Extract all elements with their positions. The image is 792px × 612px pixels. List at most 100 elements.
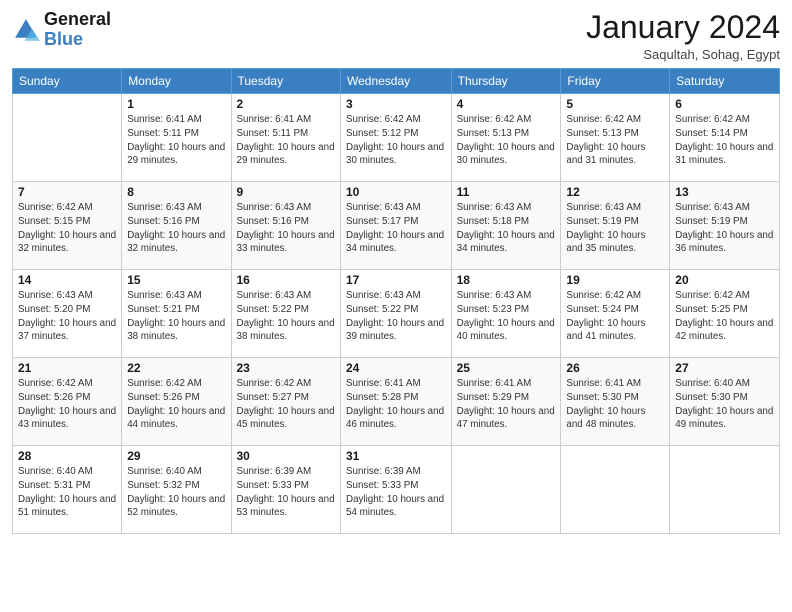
day-number: 31 (346, 449, 446, 463)
table-row: 1 Sunrise: 6:41 AM Sunset: 5:11 PM Daylig… (122, 94, 231, 182)
day-number: 19 (566, 273, 664, 287)
day-number: 2 (237, 97, 336, 111)
col-saturday: Saturday (670, 69, 780, 94)
day-number: 27 (675, 361, 774, 375)
day-info: Sunrise: 6:42 AM Sunset: 5:14 PM Dayligh… (675, 113, 774, 168)
table-row: 28Sunrise: 6:40 AM Sunset: 5:31 PM Dayli… (13, 446, 122, 534)
logo-blue: Blue (44, 29, 83, 49)
location: Saqultah, Sohag, Egypt (586, 47, 780, 62)
table-row: 24Sunrise: 6:41 AM Sunset: 5:28 PM Dayli… (341, 358, 452, 446)
header: General Blue January 2024 Saqultah, Soha… (12, 10, 780, 62)
table-row: 10 Sunrise: 6:43 AM Sunset: 5:17 PM Dayli… (341, 182, 452, 270)
table-row (451, 446, 561, 534)
table-row: 27Sunrise: 6:40 AM Sunset: 5:30 PM Dayli… (670, 358, 780, 446)
day-number: 15 (127, 273, 225, 287)
day-number: 13 (675, 185, 774, 199)
day-number: 29 (127, 449, 225, 463)
day-number: 23 (237, 361, 336, 375)
day-info: Sunrise: 6:42 AM Sunset: 5:12 PM Dayligh… (346, 113, 446, 168)
col-sunday: Sunday (13, 69, 122, 94)
table-row: 16 Sunrise: 6:43 AM Sunset: 5:22 PM Dayli… (231, 270, 341, 358)
day-number: 7 (18, 185, 116, 199)
day-number: 24 (346, 361, 446, 375)
day-number: 3 (346, 97, 446, 111)
day-info: Sunrise: 6:42 AM Sunset: 5:15 PM Dayligh… (18, 201, 116, 256)
day-number: 21 (18, 361, 116, 375)
day-number: 12 (566, 185, 664, 199)
day-number: 18 (457, 273, 556, 287)
table-row (13, 94, 122, 182)
day-number: 11 (457, 185, 556, 199)
table-row: 31 Sunrise: 6:39 AM Sunset: 5:33 PM Dayli… (341, 446, 452, 534)
day-number: 1 (127, 97, 225, 111)
day-info: Sunrise: 6:43 AM Sunset: 5:21 PM Dayligh… (127, 289, 225, 344)
day-info: Sunrise: 6:43 AM Sunset: 5:17 PM Dayligh… (346, 201, 446, 256)
day-number: 10 (346, 185, 446, 199)
col-wednesday: Wednesday (341, 69, 452, 94)
day-info: Sunrise: 6:42 AM Sunset: 5:27 PM Dayligh… (237, 377, 336, 432)
calendar-header-row: Sunday Monday Tuesday Wednesday Thursday… (13, 69, 780, 94)
table-row: 9Sunrise: 6:43 AM Sunset: 5:16 PM Daylig… (231, 182, 341, 270)
table-row: 3 Sunrise: 6:42 AM Sunset: 5:12 PM Daylig… (341, 94, 452, 182)
logo-icon (12, 16, 40, 44)
logo: General Blue (12, 10, 111, 50)
day-info: Sunrise: 6:39 AM Sunset: 5:33 PM Dayligh… (346, 465, 446, 520)
calendar-table: Sunday Monday Tuesday Wednesday Thursday… (12, 68, 780, 534)
table-row: 30 Sunrise: 6:39 AM Sunset: 5:33 PM Dayli… (231, 446, 341, 534)
day-number: 26 (566, 361, 664, 375)
day-info: Sunrise: 6:43 AM Sunset: 5:23 PM Dayligh… (457, 289, 556, 344)
day-info: Sunrise: 6:39 AM Sunset: 5:33 PM Dayligh… (237, 465, 336, 520)
table-row: 15 Sunrise: 6:43 AM Sunset: 5:21 PM Dayli… (122, 270, 231, 358)
table-row: 17 Sunrise: 6:43 AM Sunset: 5:22 PM Dayli… (341, 270, 452, 358)
day-number: 25 (457, 361, 556, 375)
day-number: 8 (127, 185, 225, 199)
table-row: 8 Sunrise: 6:43 AM Sunset: 5:16 PM Daylig… (122, 182, 231, 270)
calendar-week-row: 1 Sunrise: 6:41 AM Sunset: 5:11 PM Daylig… (13, 94, 780, 182)
day-number: 16 (237, 273, 336, 287)
day-number: 4 (457, 97, 556, 111)
table-row: 13Sunrise: 6:43 AM Sunset: 5:19 PM Dayli… (670, 182, 780, 270)
day-number: 14 (18, 273, 116, 287)
col-thursday: Thursday (451, 69, 561, 94)
calendar-week-row: 7 Sunrise: 6:42 AM Sunset: 5:15 PM Daylig… (13, 182, 780, 270)
day-info: Sunrise: 6:41 AM Sunset: 5:29 PM Dayligh… (457, 377, 556, 432)
title-area: January 2024 Saqultah, Sohag, Egypt (586, 10, 780, 62)
day-info: Sunrise: 6:42 AM Sunset: 5:24 PM Dayligh… (566, 289, 664, 344)
day-info: Sunrise: 6:43 AM Sunset: 5:22 PM Dayligh… (237, 289, 336, 344)
calendar-body: 1 Sunrise: 6:41 AM Sunset: 5:11 PM Daylig… (13, 94, 780, 534)
table-row: 25 Sunrise: 6:41 AM Sunset: 5:29 PM Dayli… (451, 358, 561, 446)
col-tuesday: Tuesday (231, 69, 341, 94)
calendar-week-row: 21 Sunrise: 6:42 AM Sunset: 5:26 PM Dayli… (13, 358, 780, 446)
day-info: Sunrise: 6:41 AM Sunset: 5:11 PM Dayligh… (127, 113, 225, 168)
calendar-week-row: 14 Sunrise: 6:43 AM Sunset: 5:20 PM Dayli… (13, 270, 780, 358)
col-monday: Monday (122, 69, 231, 94)
table-row: 19 Sunrise: 6:42 AM Sunset: 5:24 PM Dayli… (561, 270, 670, 358)
day-number: 28 (18, 449, 116, 463)
page: General Blue January 2024 Saqultah, Soha… (0, 0, 792, 612)
col-friday: Friday (561, 69, 670, 94)
table-row: 26Sunrise: 6:41 AM Sunset: 5:30 PM Dayli… (561, 358, 670, 446)
logo-text: General Blue (44, 10, 111, 50)
day-info: Sunrise: 6:41 AM Sunset: 5:11 PM Dayligh… (237, 113, 336, 168)
month-title: January 2024 (586, 10, 780, 45)
day-info: Sunrise: 6:42 AM Sunset: 5:26 PM Dayligh… (18, 377, 116, 432)
table-row: 6Sunrise: 6:42 AM Sunset: 5:14 PM Daylig… (670, 94, 780, 182)
table-row: 21 Sunrise: 6:42 AM Sunset: 5:26 PM Dayli… (13, 358, 122, 446)
table-row: 18 Sunrise: 6:43 AM Sunset: 5:23 PM Dayli… (451, 270, 561, 358)
day-info: Sunrise: 6:43 AM Sunset: 5:16 PM Dayligh… (127, 201, 225, 256)
day-info: Sunrise: 6:42 AM Sunset: 5:25 PM Dayligh… (675, 289, 774, 344)
day-info: Sunrise: 6:43 AM Sunset: 5:22 PM Dayligh… (346, 289, 446, 344)
table-row: 5Sunrise: 6:42 AM Sunset: 5:13 PM Daylig… (561, 94, 670, 182)
table-row: 14 Sunrise: 6:43 AM Sunset: 5:20 PM Dayli… (13, 270, 122, 358)
table-row: 20Sunrise: 6:42 AM Sunset: 5:25 PM Dayli… (670, 270, 780, 358)
table-row: 29 Sunrise: 6:40 AM Sunset: 5:32 PM Dayli… (122, 446, 231, 534)
day-info: Sunrise: 6:43 AM Sunset: 5:20 PM Dayligh… (18, 289, 116, 344)
day-info: Sunrise: 6:43 AM Sunset: 5:18 PM Dayligh… (457, 201, 556, 256)
day-info: Sunrise: 6:40 AM Sunset: 5:32 PM Dayligh… (127, 465, 225, 520)
day-number: 17 (346, 273, 446, 287)
day-info: Sunrise: 6:42 AM Sunset: 5:13 PM Dayligh… (566, 113, 664, 168)
day-number: 9 (237, 185, 336, 199)
day-info: Sunrise: 6:42 AM Sunset: 5:13 PM Dayligh… (457, 113, 556, 168)
day-number: 30 (237, 449, 336, 463)
table-row: 11 Sunrise: 6:43 AM Sunset: 5:18 PM Dayli… (451, 182, 561, 270)
